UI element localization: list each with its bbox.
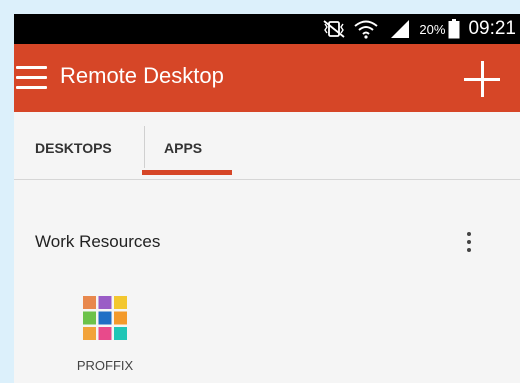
status-bar: 20% 09:21 xyxy=(14,14,520,44)
status-clock: 09:21 xyxy=(468,18,516,39)
battery-icon xyxy=(448,19,460,39)
app-bar: Remote Desktop xyxy=(14,44,520,112)
icon-grid-cell xyxy=(83,327,96,340)
app-label: PROFFIX xyxy=(76,358,134,373)
tab-desktops[interactable]: DESKTOPS xyxy=(35,140,112,156)
status-icons: 20% 09:21 xyxy=(321,14,520,44)
tab-bar: DESKTOPS APPS xyxy=(14,112,520,180)
icon-grid-cell xyxy=(83,311,96,325)
hamburger-menu-icon[interactable] xyxy=(14,62,54,94)
app-title: Remote Desktop xyxy=(60,63,224,88)
icon-grid-cell xyxy=(83,296,96,309)
tab-apps[interactable]: APPS xyxy=(164,140,202,156)
icon-grid-cell xyxy=(114,311,127,325)
battery-percent: 20% xyxy=(419,21,446,37)
proffix-grid-icon xyxy=(83,296,127,340)
icon-grid-cell xyxy=(98,296,112,309)
selected-tab-indicator xyxy=(142,170,232,175)
add-resource-button[interactable] xyxy=(464,61,500,97)
apps-content: Work Resources PROFFIX xyxy=(14,180,520,383)
signal-icon xyxy=(391,20,410,38)
wifi-icon xyxy=(354,20,379,39)
icon-grid-cell xyxy=(98,327,112,340)
app-tile-proffix[interactable]: PROFFIX xyxy=(60,296,150,376)
icon-grid-cell xyxy=(98,311,112,325)
section-title: Work Resources xyxy=(35,232,161,251)
device-screen: 20% 09:21 Remote Desktop DESKTOPS APPS W… xyxy=(14,14,520,383)
icon-grid-cell xyxy=(114,296,127,309)
mute-vibrate-icon xyxy=(323,20,345,38)
more-vert-icon[interactable] xyxy=(460,230,478,254)
icon-grid-cell xyxy=(114,327,127,340)
tab-divider xyxy=(144,126,145,168)
